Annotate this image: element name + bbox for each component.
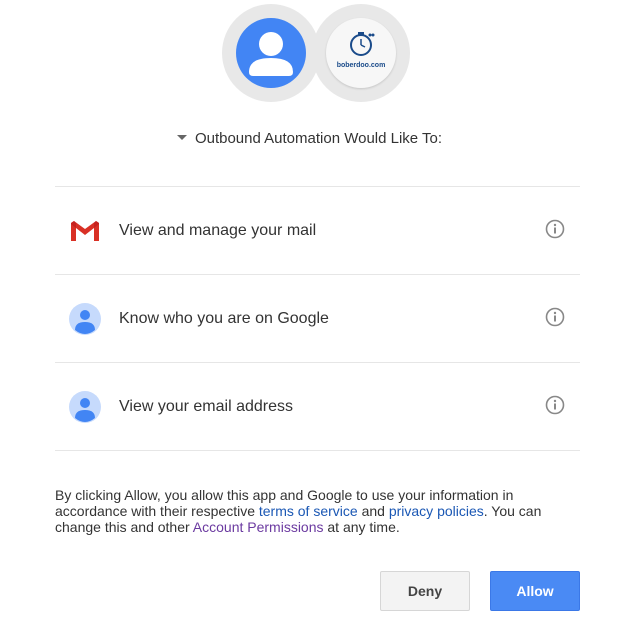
google-profile-icon: [69, 303, 101, 335]
app-logo-text: boberdoo.com: [336, 62, 386, 69]
allow-button[interactable]: Allow: [490, 571, 580, 611]
oauth-consent-page: boberdoo.com Outbound Automation Would L…: [0, 0, 619, 638]
scope-item-email: View your email address: [55, 363, 580, 451]
consent-heading-text: Outbound Automation Would Like To:: [194, 130, 443, 147]
account-permissions-link[interactable]: Account Permissions: [193, 519, 324, 535]
privacy-policies-link[interactable]: privacy policies: [389, 503, 484, 519]
caret-down-icon: [176, 134, 187, 140]
account-app-avatars: boberdoo.com: [222, 4, 414, 106]
scope-item-mail: View and manage your mail: [55, 187, 580, 275]
disclaimer-text: at any time.: [323, 519, 400, 535]
info-icon[interactable]: [545, 219, 565, 239]
google-profile-icon: [69, 391, 101, 423]
scope-item-profile: Know who you are on Google: [55, 275, 580, 363]
scope-list: View and manage your mail Know who you a…: [55, 186, 580, 451]
scope-label: View and manage your mail: [119, 222, 317, 239]
consent-disclaimer: By clicking Allow, you allow this app an…: [55, 487, 555, 535]
disclaimer-text: and: [357, 503, 389, 519]
user-avatar-icon: [236, 18, 306, 88]
scope-label: Know who you are on Google: [119, 310, 329, 327]
app-logo: boberdoo.com: [326, 18, 396, 88]
stopwatch-icon: [350, 32, 375, 56]
terms-of-service-link[interactable]: terms of service: [259, 503, 358, 519]
deny-button[interactable]: Deny: [380, 571, 470, 611]
info-icon[interactable]: [545, 307, 565, 327]
scope-label: View your email address: [119, 398, 294, 415]
consent-heading[interactable]: Outbound Automation Would Like To:: [0, 130, 619, 147]
app-avatar: boberdoo.com: [312, 4, 410, 102]
info-icon[interactable]: [545, 395, 565, 415]
gmail-icon: [71, 221, 99, 241]
user-avatar: [222, 4, 320, 102]
